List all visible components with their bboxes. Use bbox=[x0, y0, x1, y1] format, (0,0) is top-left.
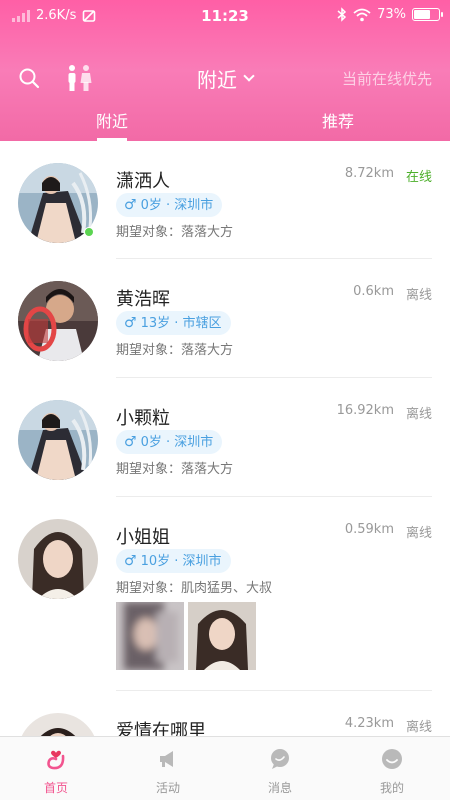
avatar[interactable] bbox=[18, 281, 98, 361]
tab-recommend[interactable]: 推荐 bbox=[318, 108, 358, 141]
user-name: 潇洒人 bbox=[116, 171, 170, 192]
distance: 16.92km bbox=[336, 403, 394, 418]
online-first-button[interactable]: 当前在线优先 bbox=[342, 68, 432, 89]
tab-nearby[interactable]: 附近 bbox=[92, 108, 132, 141]
status-bar: 2.6K/s 11:23 73% bbox=[0, 0, 450, 32]
tab-label: 首页 bbox=[43, 781, 68, 795]
tab-label: 附近 bbox=[95, 112, 128, 131]
list-item[interactable]: 潇洒人 8.72km 在线 ♂ 0岁 · 深圳市 期望对象：落落大方 bbox=[0, 141, 450, 259]
tab-bar-top: 附近 推荐 bbox=[0, 108, 450, 141]
smiley-icon bbox=[382, 749, 402, 769]
expectation-text: 期望对象：落落大方 bbox=[116, 462, 234, 477]
tab-label: 活动 bbox=[155, 781, 180, 795]
avatar[interactable] bbox=[18, 400, 98, 480]
user-name: 爱情在哪里 bbox=[116, 721, 206, 736]
user-name: 小颗粒 bbox=[116, 408, 170, 429]
male-icon: ♂ bbox=[124, 315, 137, 331]
battery-icon bbox=[412, 8, 443, 21]
battery-percent: 73% bbox=[377, 7, 406, 22]
chat-bubble-icon bbox=[271, 749, 289, 769]
online-status: 离线 bbox=[405, 526, 432, 541]
tab-activity[interactable]: 活动 bbox=[112, 737, 224, 800]
male-icon: ♂ bbox=[124, 553, 137, 569]
page-title: 附近 bbox=[197, 68, 237, 92]
online-status: 离线 bbox=[405, 407, 432, 422]
online-status: 离线 bbox=[405, 720, 432, 735]
user-photo[interactable] bbox=[188, 602, 256, 670]
list-item[interactable]: 小姐姐 0.59km 离线 ♂ 10岁 · 深圳市 期望对象：肌肉猛男、大叔 bbox=[0, 497, 450, 691]
user-name: 黄浩晖 bbox=[116, 289, 170, 310]
list-item[interactable]: 小颗粒 16.92km 离线 ♂ 0岁 · 深圳市 期望对象：落落大方 bbox=[0, 378, 450, 497]
bluetooth-icon bbox=[337, 7, 347, 22]
tab-label: 我的 bbox=[379, 781, 404, 795]
tab-home[interactable]: 首页 bbox=[0, 737, 112, 800]
chevron-down-icon bbox=[243, 69, 255, 82]
tab-label: 消息 bbox=[267, 781, 292, 795]
distance: 0.59km bbox=[344, 522, 394, 537]
list-item[interactable]: 黄浩晖 0.6km 离线 ♂ 13岁 · 市辖区 期望对象：落落大方 bbox=[0, 259, 450, 378]
list-item[interactable]: 爱情在哪里 4.23km 离线 bbox=[0, 691, 450, 736]
age-location-tag: ♂ 0岁 · 深圳市 bbox=[116, 430, 223, 454]
avatar[interactable] bbox=[18, 713, 98, 736]
age-location-tag: ♂ 13岁 · 市辖区 bbox=[116, 311, 231, 335]
megaphone-icon bbox=[160, 751, 173, 767]
home-heart-icon bbox=[47, 750, 65, 770]
expectation-text: 期望对象：落落大方 bbox=[116, 225, 234, 240]
user-name: 小姐姐 bbox=[116, 527, 170, 548]
age-location-tag: ♂ 0岁 · 深圳市 bbox=[116, 193, 223, 217]
bottom-tab-bar: 首页 活动 消息 我的 bbox=[0, 736, 450, 800]
male-icon: ♂ bbox=[124, 434, 137, 450]
online-status: 在线 bbox=[405, 170, 432, 185]
header: 2.6K/s 11:23 73% 附近 当前在线优先 附近 推荐 bbox=[0, 0, 450, 141]
distance: 4.23km bbox=[344, 716, 394, 731]
expectation-text: 期望对象：落落大方 bbox=[116, 343, 234, 358]
nav-row: 附近 当前在线优先 bbox=[0, 58, 450, 98]
online-indicator bbox=[84, 227, 94, 237]
tab-mine[interactable]: 我的 bbox=[336, 737, 448, 800]
user-photo[interactable] bbox=[116, 602, 184, 670]
tab-label: 推荐 bbox=[321, 112, 354, 131]
distance: 0.6km bbox=[353, 284, 394, 299]
wifi-icon bbox=[353, 8, 371, 21]
avatar[interactable] bbox=[18, 519, 98, 599]
male-icon: ♂ bbox=[124, 197, 137, 213]
tab-messages[interactable]: 消息 bbox=[224, 737, 336, 800]
age-location-tag: ♂ 10岁 · 深圳市 bbox=[116, 549, 231, 573]
expectation-text: 期望对象：肌肉猛男、大叔 bbox=[116, 581, 273, 596]
online-status: 离线 bbox=[405, 288, 432, 303]
distance: 8.72km bbox=[344, 166, 394, 181]
